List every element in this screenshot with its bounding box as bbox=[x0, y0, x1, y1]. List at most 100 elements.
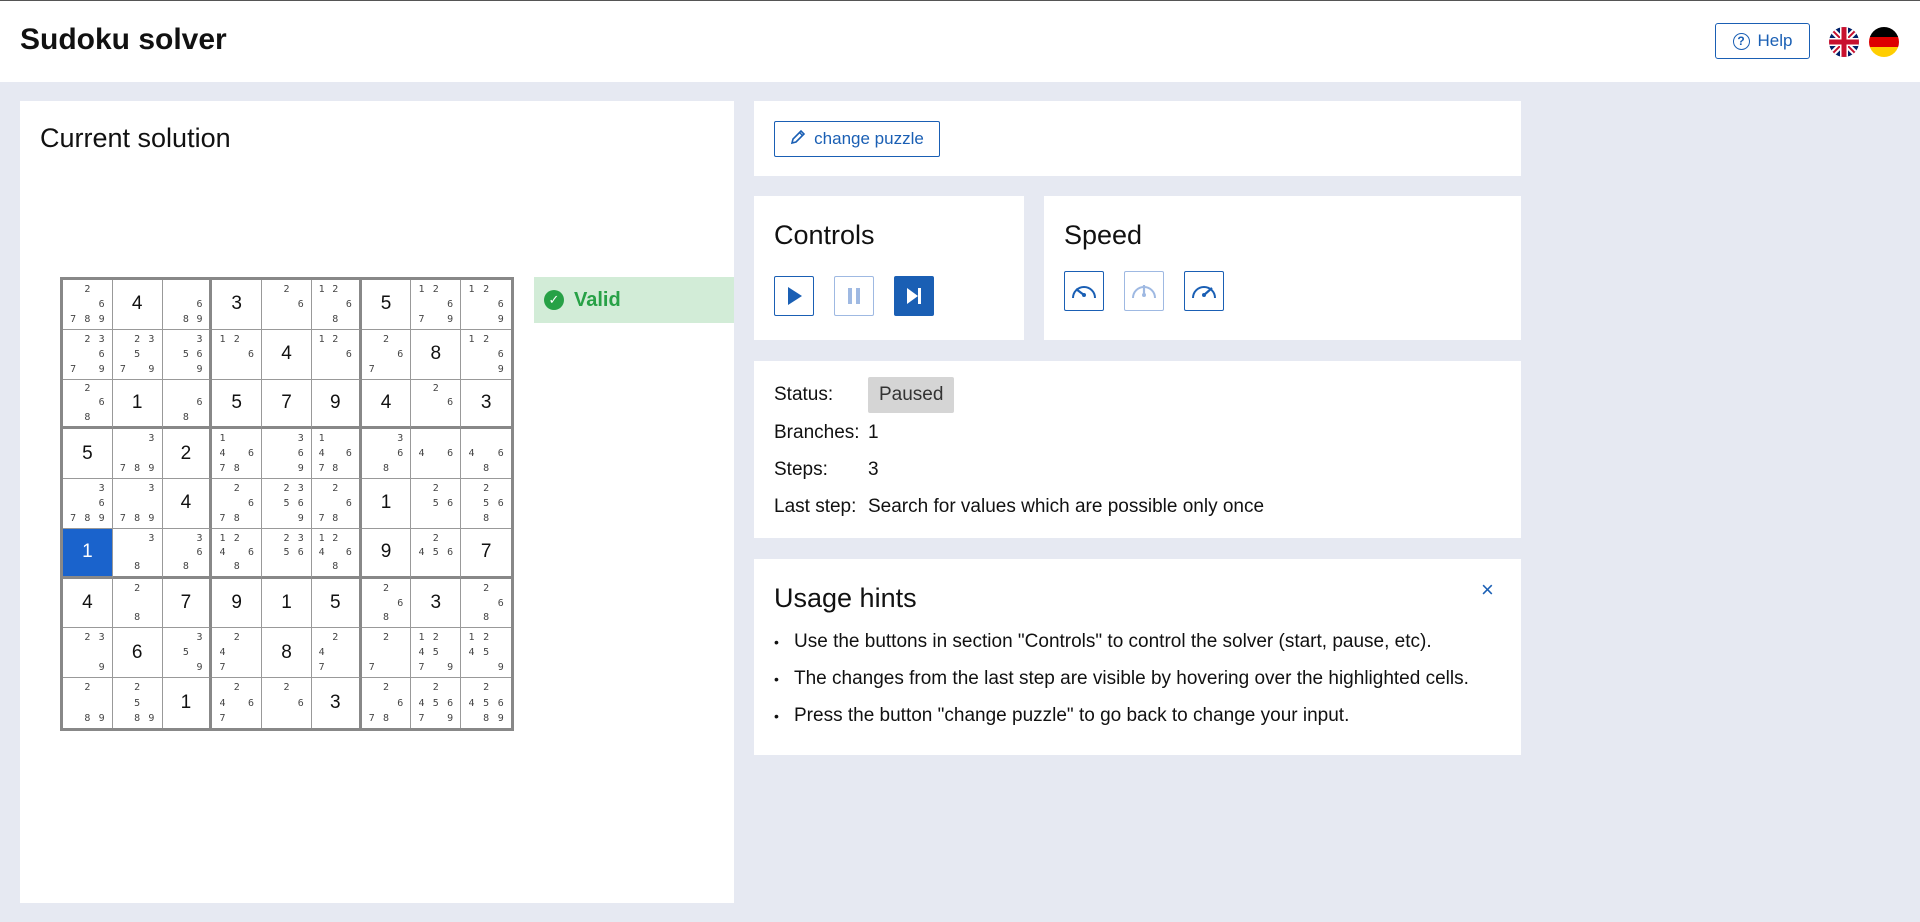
sudoku-cell[interactable]: 1 bbox=[163, 678, 213, 728]
sudoku-cell[interactable]: 9 bbox=[311, 379, 362, 430]
sudoku-cell[interactable]: 2356 bbox=[262, 528, 312, 579]
sudoku-cell[interactable]: 126 7 9 bbox=[411, 280, 462, 330]
close-icon[interactable]: × bbox=[1481, 577, 1494, 603]
play-button[interactable] bbox=[774, 276, 814, 316]
sudoku-cell[interactable]: 5 bbox=[212, 379, 263, 430]
sudoku-cell[interactable]: 3 6 9 bbox=[262, 429, 312, 480]
sudoku-cell[interactable]: 26 bbox=[411, 379, 462, 430]
sudoku-cell[interactable]: 26 78 bbox=[362, 678, 412, 728]
sudoku-cell[interactable]: 26 78 bbox=[212, 479, 263, 529]
sudoku-cell[interactable]: 245689 bbox=[461, 678, 511, 728]
sudoku-cell[interactable]: 4 bbox=[112, 280, 163, 330]
sudoku-cell[interactable]: 124 68 bbox=[311, 528, 362, 579]
cell-candidates: 126 9 bbox=[464, 282, 508, 327]
sudoku-cell[interactable]: 2356 9 bbox=[262, 479, 312, 529]
sudoku-cell[interactable]: 7 bbox=[461, 529, 511, 579]
sudoku-cell[interactable]: 4 68 bbox=[461, 429, 511, 480]
sudoku-cell[interactable]: 3 789 bbox=[112, 429, 163, 480]
sudoku-cell[interactable]: 26 bbox=[262, 280, 312, 330]
sudoku-cell[interactable]: 3 bbox=[312, 678, 362, 728]
candidate bbox=[443, 630, 457, 645]
sudoku-cell[interactable]: 26 bbox=[262, 678, 312, 728]
sudoku-cell[interactable]: 12457 9 bbox=[411, 628, 462, 679]
sudoku-cell[interactable]: 126 bbox=[212, 329, 263, 380]
sudoku-cell[interactable]: 2 bbox=[162, 429, 213, 480]
candidate: 3 bbox=[196, 333, 203, 345]
sudoku-cell[interactable]: 268 bbox=[63, 379, 113, 430]
sudoku-cell[interactable]: 268 bbox=[461, 579, 511, 629]
sudoku-cell[interactable]: 2456 bbox=[411, 528, 462, 579]
sudoku-cell[interactable]: 126 9 bbox=[461, 330, 511, 380]
sudoku-cell[interactable]: 27 bbox=[361, 628, 412, 679]
sudoku-cell[interactable]: 68 bbox=[162, 379, 213, 430]
sudoku-cell[interactable]: 4 bbox=[162, 479, 213, 529]
sudoku-cell[interactable]: 4 bbox=[63, 578, 113, 629]
sudoku-cell[interactable]: 3 68 bbox=[361, 429, 412, 480]
sudoku-cell[interactable]: 1 bbox=[262, 578, 312, 629]
pause-button[interactable] bbox=[834, 276, 874, 316]
sudoku-cell[interactable]: 26 789 bbox=[63, 280, 113, 330]
sudoku-cell[interactable]: 2 5 89 bbox=[113, 678, 163, 728]
sudoku-cell[interactable]: 356 9 bbox=[162, 329, 213, 380]
sudoku-cell[interactable]: 26 78 bbox=[311, 479, 362, 529]
sudoku-cell[interactable]: 4 bbox=[262, 329, 312, 380]
sudoku-cell[interactable]: 1 4 6 78 bbox=[212, 429, 263, 480]
sudoku-cell[interactable]: 38 bbox=[112, 528, 163, 579]
sudoku-cell[interactable]: 3 bbox=[411, 578, 462, 629]
candidate bbox=[443, 645, 457, 660]
sudoku-cell[interactable]: 126 9 bbox=[461, 280, 511, 330]
sudoku-cell[interactable]: 7 bbox=[162, 578, 213, 629]
sudoku-cell[interactable]: 12459 bbox=[461, 628, 511, 679]
change-puzzle-button[interactable]: change puzzle bbox=[774, 121, 940, 157]
sudoku-cell[interactable]: 3 bbox=[212, 280, 263, 330]
sudoku-cell[interactable]: 5 bbox=[361, 280, 412, 330]
sudoku-cell[interactable]: 2357 9 bbox=[112, 329, 163, 380]
flag-germany-icon[interactable] bbox=[1869, 27, 1899, 57]
sudoku-cell[interactable]: 26 7 bbox=[361, 329, 412, 380]
sudoku-cell[interactable]: 1 bbox=[112, 379, 163, 430]
step-forward-button[interactable] bbox=[894, 276, 934, 316]
sudoku-cell[interactable]: 6 bbox=[112, 628, 163, 679]
sudoku-cell[interactable]: 7 bbox=[262, 379, 312, 430]
sudoku-cell[interactable]: 23 9 bbox=[63, 628, 113, 679]
sudoku-cell[interactable]: 2 568 bbox=[461, 479, 511, 529]
sudoku-cell[interactable]: 1 bbox=[361, 479, 412, 529]
sudoku-cell[interactable]: 24 6 7 bbox=[212, 678, 263, 728]
sudoku-cell[interactable]: 9 bbox=[361, 528, 412, 579]
sudoku-cell[interactable]: 24 7 bbox=[212, 628, 263, 679]
sudoku-cell[interactable]: 23 6 7 9 bbox=[63, 329, 113, 380]
sudoku-cell[interactable]: 28 bbox=[112, 578, 163, 629]
sudoku-cell[interactable]: 2 89 bbox=[63, 678, 113, 728]
sudoku-cell[interactable]: 126 bbox=[311, 329, 362, 380]
cell-candidates: 3 68 bbox=[166, 531, 207, 574]
sudoku-cell[interactable]: 5 bbox=[311, 578, 362, 629]
sudoku-cell[interactable]: 8 bbox=[262, 628, 312, 679]
sudoku-cell[interactable]: 3 68 bbox=[162, 528, 213, 579]
sudoku-cell[interactable]: 2456 7 9 bbox=[411, 678, 462, 728]
candidate bbox=[116, 680, 130, 695]
candidate bbox=[315, 312, 329, 327]
flag-uk-icon[interactable] bbox=[1829, 27, 1859, 57]
sudoku-cell[interactable]: 4 bbox=[361, 379, 412, 430]
sudoku-cell[interactable]: 3 789 bbox=[112, 479, 163, 529]
sudoku-cell[interactable]: 2 56 bbox=[411, 479, 462, 529]
sudoku-cell[interactable]: 1268 bbox=[311, 280, 362, 330]
sudoku-cell[interactable]: 359 bbox=[162, 628, 213, 679]
sudoku-cell[interactable]: 1 bbox=[63, 528, 113, 579]
speed-medium-button[interactable] bbox=[1124, 271, 1164, 311]
sudoku-cell[interactable]: 689 bbox=[162, 280, 213, 330]
candidate: 8 bbox=[84, 512, 91, 524]
sudoku-cell[interactable]: 24 7 bbox=[311, 628, 362, 679]
sudoku-cell[interactable]: 46 bbox=[411, 429, 462, 480]
sudoku-cell[interactable]: 9 bbox=[212, 578, 263, 629]
sudoku-cell[interactable]: 3 bbox=[461, 380, 511, 430]
sudoku-cell[interactable]: 3 6 789 bbox=[63, 479, 113, 529]
sudoku-cell[interactable]: 1 4 6 78 bbox=[311, 429, 362, 480]
sudoku-cell[interactable]: 268 bbox=[361, 578, 412, 629]
sudoku-cell[interactable]: 5 bbox=[63, 429, 113, 480]
sudoku-cell[interactable]: 124 68 bbox=[212, 528, 263, 579]
speed-fast-button[interactable] bbox=[1184, 271, 1224, 311]
sudoku-cell[interactable]: 8 bbox=[411, 329, 462, 380]
speed-slow-button[interactable] bbox=[1064, 271, 1104, 311]
help-button[interactable]: ? Help bbox=[1715, 23, 1810, 59]
